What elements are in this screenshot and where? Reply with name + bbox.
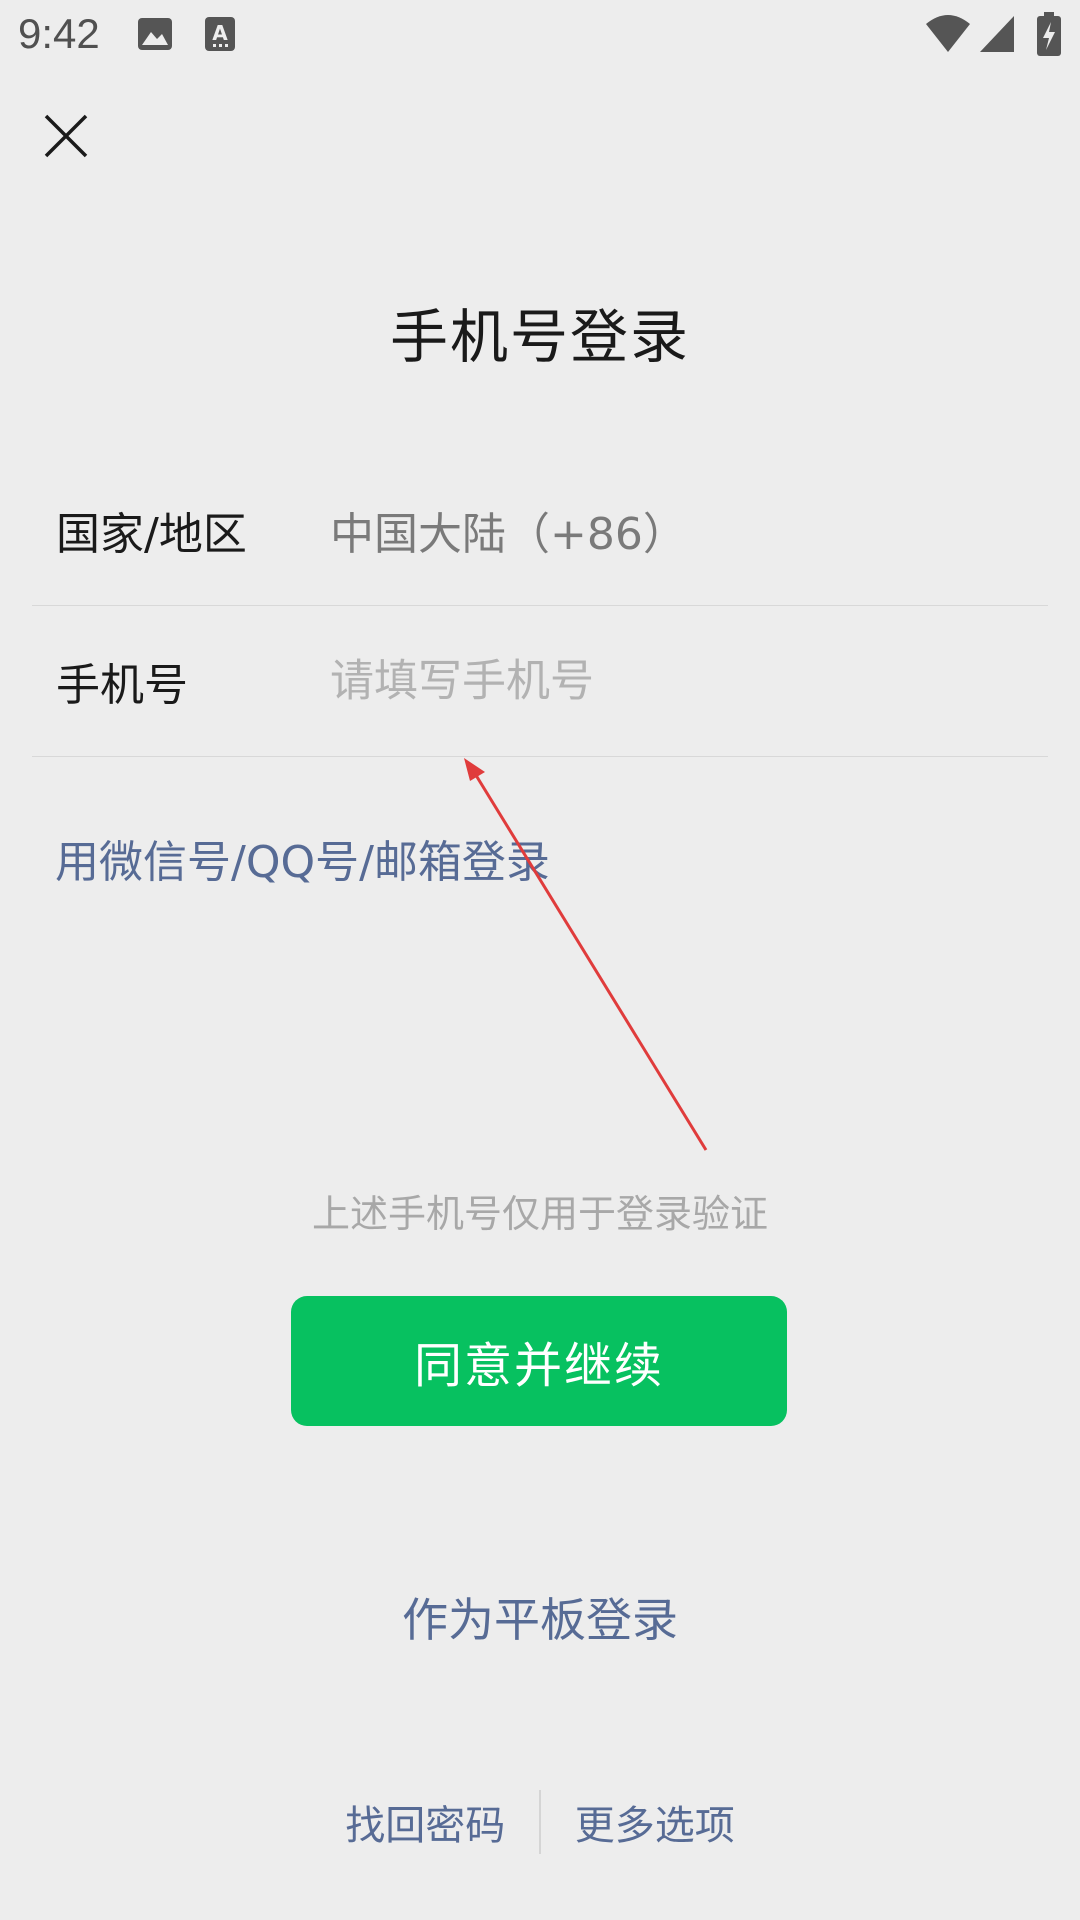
country-region-row[interactable]: 国家/地区 中国大陆（+86） <box>32 455 1048 606</box>
footer-links: 找回密码 更多选项 <box>0 1790 1080 1854</box>
country-region-value[interactable]: 中国大陆（+86） <box>330 498 1010 562</box>
country-region-label: 国家/地区 <box>56 509 247 560</box>
annotation-arrowhead <box>464 758 485 781</box>
alt-login-link[interactable]: 用微信号/QQ号/邮箱登录 <box>55 826 550 890</box>
phone-number-label: 手机号 <box>56 660 188 711</box>
close-icon[interactable] <box>38 108 94 164</box>
font-icon: A <box>205 17 235 51</box>
agree-continue-button[interactable]: 同意并继续 <box>291 1296 787 1426</box>
status-time: 9:42 <box>18 10 100 57</box>
tablet-login-link[interactable]: 作为平板登录 <box>0 1584 1080 1650</box>
phone-number-row: 手机号 <box>32 606 1048 757</box>
image-icon <box>138 18 172 50</box>
recover-password-link[interactable]: 找回密码 <box>311 1793 539 1851</box>
battery-charging-icon <box>1037 12 1061 56</box>
phone-number-input[interactable] <box>330 655 1010 707</box>
more-options-link[interactable]: 更多选项 <box>541 1793 769 1851</box>
wifi-icon <box>926 15 970 52</box>
page-title: 手机号登录 <box>389 303 690 371</box>
svg-text:A: A <box>212 21 228 45</box>
login-screen: 9:42 A 手机号登录 国家/地区 中国大陆（+86） 手机号 用微信号/QQ <box>0 0 1080 1920</box>
notice-text: 上述手机号仅用于登录验证 <box>311 1192 768 1236</box>
signal-icon <box>980 16 1014 52</box>
